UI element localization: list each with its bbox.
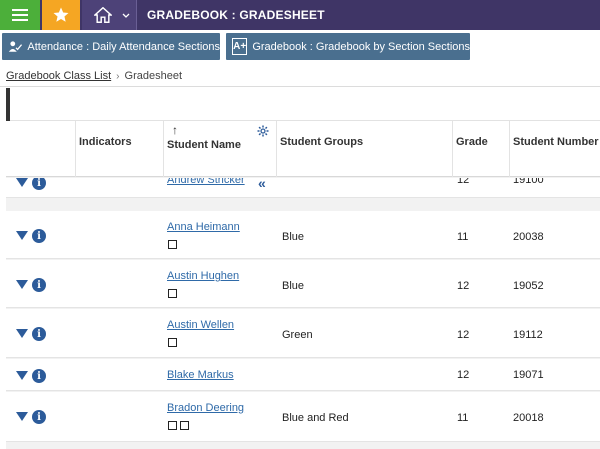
- column-header-student-name[interactable]: ↑ Student Name: [163, 121, 276, 177]
- student-number: 19100: [513, 178, 544, 186]
- student-number: 19071: [513, 369, 544, 381]
- table-row: i Blake Markus 12 19071: [6, 359, 600, 391]
- student-number: 20038: [513, 231, 544, 243]
- top-bar: GRADEBOOK : GRADESHEET: [0, 0, 600, 30]
- student-grade: 12: [457, 369, 470, 381]
- expand-triangle-icon[interactable]: [16, 280, 28, 289]
- student-name-link[interactable]: Bradon Deering: [167, 402, 244, 414]
- gradebook-shortcut-button[interactable]: A+ Gradebook : Gradebook by Section Sect…: [226, 33, 470, 60]
- info-icon[interactable]: i: [32, 369, 46, 383]
- info-icon[interactable]: i: [32, 327, 46, 341]
- table-row: i Bradon Deering Blue and Red 11 20018: [6, 392, 600, 442]
- attendance-shortcut-button[interactable]: Attendance : Daily Attendance Sections: [2, 33, 220, 60]
- expand-triangle-icon[interactable]: [16, 329, 28, 338]
- student-number: 19052: [513, 280, 544, 292]
- gear-icon[interactable]: [257, 125, 269, 137]
- student-grade: 12: [457, 329, 470, 341]
- sort-ascending-icon: ↑: [172, 123, 178, 137]
- table-row: i Austin Wellen Green 12 19112: [6, 309, 600, 358]
- student-name-link[interactable]: Anna Heimann: [167, 221, 240, 233]
- student-group: Blue: [282, 280, 305, 292]
- student-name-link[interactable]: Andrew Stricker: [167, 178, 245, 186]
- expand-triangle-icon[interactable]: [16, 412, 28, 421]
- attendance-icon: [8, 40, 23, 52]
- table-row: i Andrew Stricker 12 19100: [6, 178, 600, 198]
- student-name-link[interactable]: Austin Wellen: [167, 319, 234, 331]
- student-checkbox[interactable]: [168, 421, 177, 430]
- column-header-indicators[interactable]: Indicators: [75, 121, 163, 177]
- gradebook-shortcut-label: Gradebook : Gradebook by Section Section…: [252, 40, 470, 53]
- star-icon: [53, 7, 69, 22]
- shortcut-bar: Attendance : Daily Attendance Sections A…: [0, 30, 600, 64]
- info-icon[interactable]: i: [32, 410, 46, 424]
- student-name-link[interactable]: Austin Hughen: [167, 270, 239, 282]
- info-icon[interactable]: i: [32, 229, 46, 243]
- chevron-right-icon: ›: [116, 70, 120, 82]
- student-group: Green: [282, 329, 313, 341]
- student-checkbox[interactable]: [168, 338, 177, 347]
- student-checkbox[interactable]: [168, 289, 177, 298]
- hamburger-icon: [12, 9, 28, 21]
- student-grade: 12: [457, 178, 470, 186]
- student-grade: 12: [457, 280, 470, 292]
- column-header-student-number[interactable]: Student Number: [509, 121, 600, 177]
- home-icon: [94, 7, 112, 23]
- student-group: Blue: [282, 231, 305, 243]
- breadcrumb-current: Gradesheet: [124, 70, 182, 82]
- grade-a-plus-icon: A+: [232, 38, 248, 55]
- student-rows: i Andrew Stricker 12 19100 i Anna Heimann Blue…: [6, 178, 600, 449]
- grid-left-marker: [6, 88, 10, 121]
- attendance-shortcut-label: Attendance : Daily Attendance Sections: [27, 40, 220, 53]
- student-number: 19112: [513, 329, 543, 341]
- table-row: i Austin Hughen Blue 12 19052: [6, 260, 600, 308]
- student-name-link[interactable]: Blake Markus: [167, 369, 234, 381]
- collapse-columns-icon[interactable]: «: [258, 175, 266, 191]
- student-grade: 11: [457, 231, 469, 243]
- favorites-button[interactable]: [42, 0, 80, 30]
- student-grade: 11: [457, 412, 469, 424]
- grid-toolbar: [6, 88, 600, 121]
- divider: [0, 86, 600, 87]
- page-title: GRADEBOOK : GRADESHEET: [136, 0, 325, 30]
- student-number: 20018: [513, 412, 544, 424]
- menu-button[interactable]: [0, 0, 40, 30]
- breadcrumb-gradebook-class-list-link[interactable]: Gradebook Class List: [6, 70, 111, 82]
- expand-triangle-icon[interactable]: [16, 231, 28, 240]
- info-icon[interactable]: i: [32, 278, 46, 292]
- column-header-grade[interactable]: Grade: [452, 121, 509, 177]
- student-group: Blue and Red: [282, 412, 349, 424]
- expand-triangle-icon[interactable]: [16, 371, 28, 380]
- breadcrumb: Gradebook Class List › Gradesheet: [6, 70, 182, 82]
- home-button[interactable]: [82, 0, 136, 30]
- chevron-down-icon: [122, 13, 130, 18]
- grid-header: Indicators ↑ Student Name Student Groups…: [6, 121, 600, 177]
- column-header-student-groups[interactable]: Student Groups: [276, 121, 452, 177]
- info-icon[interactable]: i: [32, 178, 46, 190]
- table-row: i Anna Heimann Blue 11 20038: [6, 211, 600, 259]
- student-checkbox[interactable]: [180, 421, 189, 430]
- expand-triangle-icon[interactable]: [16, 178, 28, 187]
- student-checkbox[interactable]: [168, 240, 177, 249]
